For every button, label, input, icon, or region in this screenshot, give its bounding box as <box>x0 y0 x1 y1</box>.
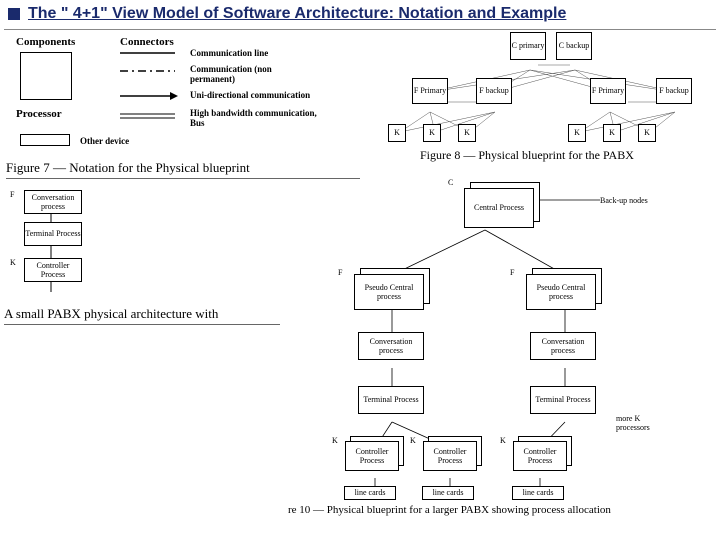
label-other-device: Other device <box>80 136 129 146</box>
edge-s1 <box>50 214 52 222</box>
small-k-label: K <box>10 258 16 267</box>
figure8-caption: Figure 8 — Physical blueprint for the PA… <box>420 148 634 163</box>
figure10-caption: re 10 — Physical blueprint for a larger … <box>288 504 611 516</box>
small-conv: Conversation process <box>24 190 82 214</box>
line-uni-icon <box>120 92 180 100</box>
label-uni: Uni-directional communication <box>190 90 310 100</box>
node-k2: K <box>423 124 441 142</box>
k1-ctrl: Controller Process <box>345 441 399 471</box>
line-comm-icon <box>120 50 180 56</box>
node-c-backup: C backup <box>556 32 592 60</box>
node-k1: K <box>388 124 406 142</box>
label-comm-line: Communication line <box>190 48 268 58</box>
small-f-label: F <box>10 190 14 199</box>
c-label: C <box>448 178 453 187</box>
rf-conv: Conversation process <box>530 332 596 360</box>
k3-ctrl: Controller Process <box>513 441 567 471</box>
node-f1-backup: F backup <box>476 78 512 104</box>
lf-term: Terminal Process <box>358 386 424 414</box>
diagram-content: Components Connectors Processor Other de… <box>0 30 720 518</box>
node-k6: K <box>638 124 656 142</box>
label-processor: Processor <box>16 108 62 120</box>
lf-label: F <box>338 268 342 277</box>
lc1: line cards <box>344 486 396 500</box>
title-bullet <box>8 8 20 20</box>
lf-pcentral: Pseudo Central process <box>354 274 424 310</box>
label-connectors: Connectors <box>120 36 174 48</box>
node-f1-primary: F Primary <box>412 78 448 104</box>
k3-label: K <box>500 436 506 445</box>
backup-label: Back-up nodes <box>600 196 648 205</box>
node-k3: K <box>458 124 476 142</box>
edge-s2 <box>50 246 52 258</box>
lc2: line cards <box>422 486 474 500</box>
other-device-icon <box>20 134 70 146</box>
rf-term: Terminal Process <box>530 386 596 414</box>
node-f2-primary: F Primary <box>590 78 626 104</box>
node-k5: K <box>603 124 621 142</box>
c-central: Central Process <box>464 188 534 228</box>
midtext: A small PABX physical architecture with <box>4 306 218 322</box>
node-c-primary: C primary <box>510 32 546 60</box>
line-bus-icon <box>120 112 180 120</box>
small-ctrl: Controller Process <box>24 258 82 282</box>
line-nonperm-icon <box>120 68 180 74</box>
node-k4: K <box>568 124 586 142</box>
lf-conv: Conversation process <box>358 332 424 360</box>
rf-pcentral: Pseudo Central process <box>526 274 596 310</box>
label-components: Components <box>16 36 75 48</box>
k1-label: K <box>332 436 338 445</box>
edge-s3 <box>50 282 52 292</box>
small-term: Terminal Process <box>24 222 82 246</box>
figure7-caption: Figure 7 — Notation for the Physical blu… <box>6 160 250 176</box>
node-f2-backup: F backup <box>656 78 692 104</box>
k2-label: K <box>410 436 416 445</box>
mid-divider <box>4 324 280 325</box>
rf-label: F <box>510 268 514 277</box>
lc3: line cards <box>512 486 564 500</box>
label-bus: High bandwidth communication, Bus <box>190 108 330 128</box>
label-nonperm: Communication (non permanent) <box>190 64 310 84</box>
morek: more K processors <box>616 414 666 432</box>
slide-title: The " 4+1" View Model of Software Archit… <box>28 4 566 25</box>
processor-cube-icon <box>20 52 72 100</box>
k2-ctrl: Controller Process <box>423 441 477 471</box>
